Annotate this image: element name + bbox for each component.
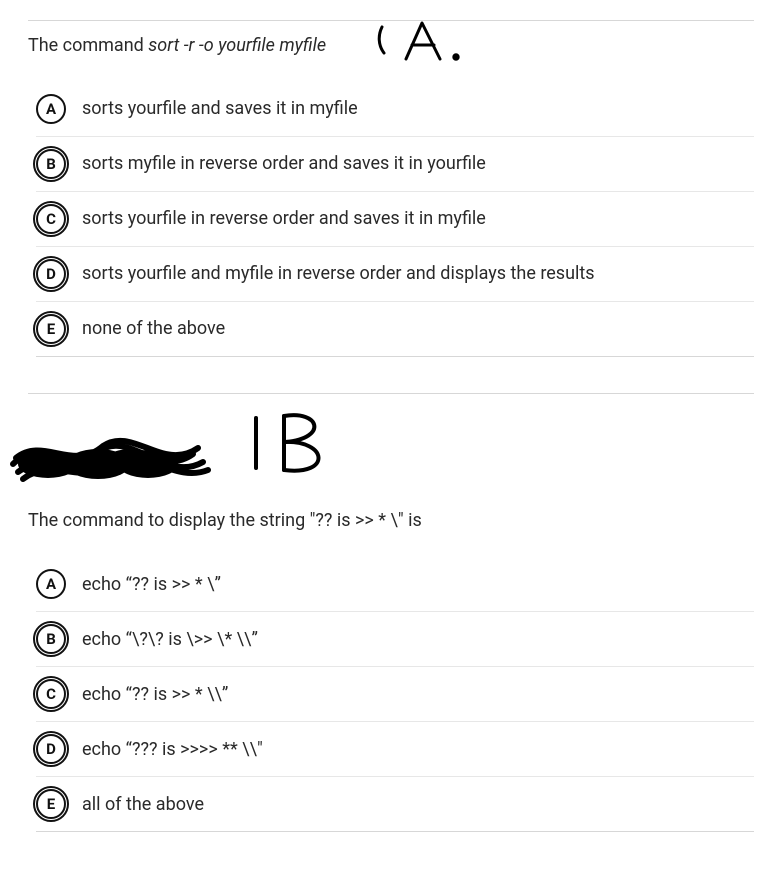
question-2-options: A echo “?? is >> * \” B echo “\?\? is \>…: [36, 557, 754, 832]
option-letter: D: [36, 259, 66, 289]
option-letter: B: [36, 149, 66, 179]
scribble-row: [28, 404, 754, 504]
option-letter: B: [36, 624, 66, 654]
option-row[interactable]: D echo “??? is >>>> ** \\": [36, 722, 754, 777]
option-letter: D: [36, 734, 66, 764]
option-row[interactable]: D sorts yourfile and myfile in reverse o…: [36, 247, 754, 302]
question-1-text: The command sort -r -o yourfile myfile: [28, 33, 754, 58]
q2-prompt-prefix: The command to display the string: [28, 510, 310, 531]
scribble-mark: [8, 424, 218, 494]
q2-prompt-quote: "?? is >> * \" is: [310, 510, 422, 531]
option-text: echo “?? is >> * \”: [82, 573, 221, 596]
option-letter: C: [36, 204, 66, 234]
option-text: sorts yourfile and saves it in myfile: [82, 97, 358, 120]
option-text: all of the above: [82, 793, 204, 816]
option-text: echo “??? is >>>> ** \\": [82, 738, 263, 761]
handwriting-annotation-2: [228, 398, 368, 488]
question-1-options: A sorts yourfile and saves it in myfile …: [36, 82, 754, 357]
option-row[interactable]: C sorts yourfile in reverse order and sa…: [36, 192, 754, 247]
mid-divider: [28, 393, 754, 394]
q1-command: sort -r -o yourfile myfile: [148, 35, 326, 56]
option-letter: A: [36, 569, 66, 599]
option-letter: A: [36, 94, 66, 124]
option-letter: E: [36, 314, 66, 344]
option-row[interactable]: B echo “\?\? is \>> \* \\”: [36, 612, 754, 667]
option-row[interactable]: B sorts myfile in reverse order and save…: [36, 137, 754, 192]
question-2: The command to display the string "?? is…: [28, 504, 754, 868]
option-text: sorts myfile in reverse order and saves …: [82, 152, 486, 175]
option-text: echo “?? is >> * \\”: [82, 683, 228, 706]
option-row[interactable]: C echo “?? is >> * \\”: [36, 667, 754, 722]
option-row[interactable]: E none of the above: [36, 302, 754, 357]
question-1: The command sort -r -o yourfile myfile A…: [28, 21, 754, 393]
option-row[interactable]: A echo “?? is >> * \”: [36, 557, 754, 612]
option-text: none of the above: [82, 317, 225, 340]
option-letter: C: [36, 679, 66, 709]
question-2-text: The command to display the string "?? is…: [28, 508, 754, 533]
option-letter: E: [36, 789, 66, 819]
option-text: echo “\?\? is \>> \* \\”: [82, 628, 258, 651]
option-row[interactable]: E all of the above: [36, 777, 754, 832]
option-text: sorts yourfile in reverse order and save…: [82, 207, 486, 230]
q1-prompt-prefix: The command: [28, 35, 148, 56]
option-text: sorts yourfile and myfile in reverse ord…: [82, 262, 595, 285]
option-row[interactable]: A sorts yourfile and saves it in myfile: [36, 82, 754, 137]
